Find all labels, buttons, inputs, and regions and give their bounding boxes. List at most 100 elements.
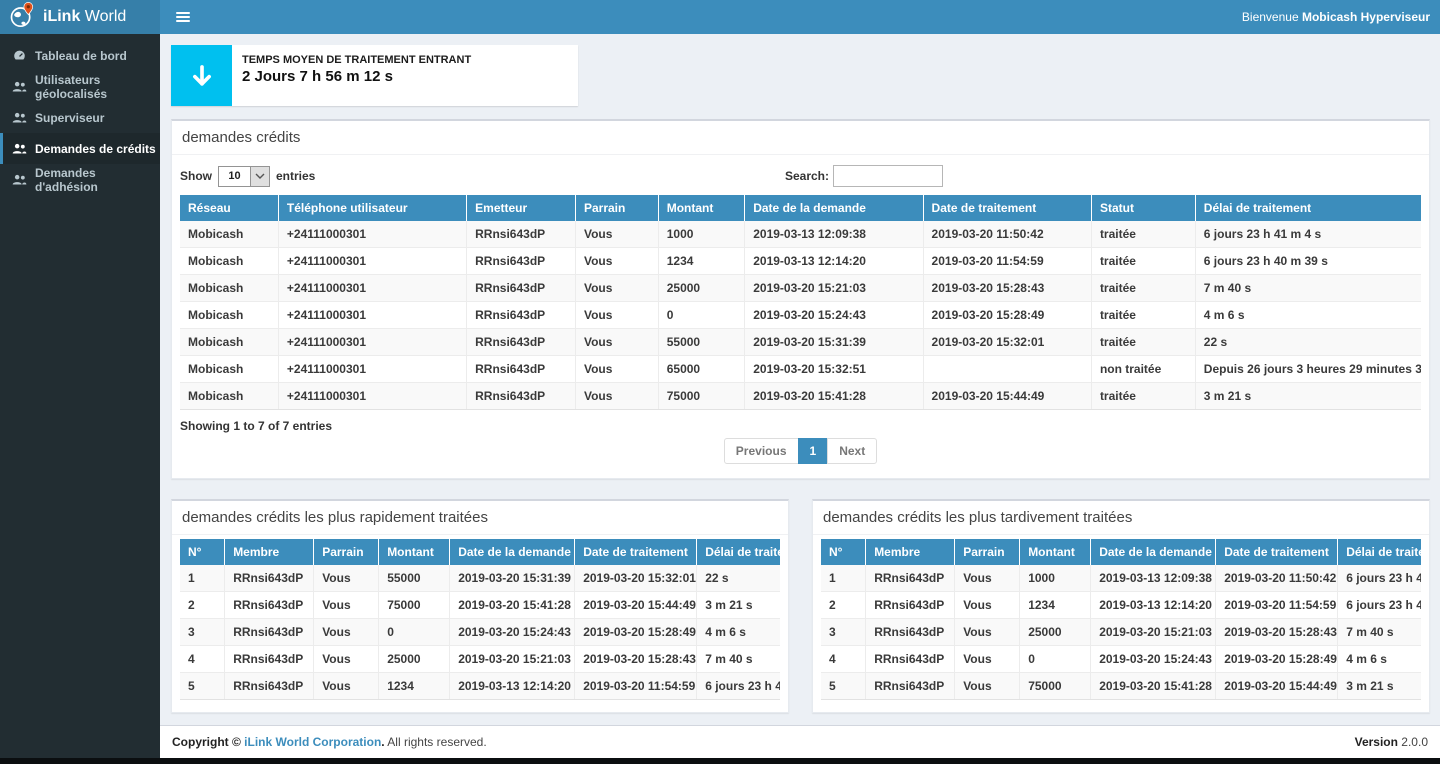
welcome-text: Bienvenue Mobicash Hyperviseur xyxy=(1242,10,1430,24)
table-cell: Vous xyxy=(575,356,658,383)
table-cell: Mobicash xyxy=(180,221,278,248)
column-header-parrain[interactable]: Parrain xyxy=(575,195,658,221)
table-cell: Vous xyxy=(314,592,379,619)
bottom-edge-strip xyxy=(0,758,1440,764)
table-cell: RRnsi643dP xyxy=(467,248,576,275)
column-header-statut[interactable]: Statut xyxy=(1091,195,1195,221)
table-row: Mobicash+24111000301RRnsi643dPVous550002… xyxy=(180,329,1421,356)
column-header-d-lai-de-traitement[interactable]: Délai de traitement xyxy=(1195,195,1421,221)
table-cell: 2019-03-20 11:50:42 xyxy=(1216,565,1338,592)
sidebar-item-superviseur[interactable]: Superviseur xyxy=(0,102,160,133)
copyright-text: Copyright © iLink World Corporation. All… xyxy=(172,735,487,749)
table-cell: 2019-03-20 15:28:49 xyxy=(575,619,697,646)
stat-card-temps-moyen: TEMPS MOYEN DE TRAITEMENT ENTRANT 2 Jour… xyxy=(171,45,578,106)
column-header-date-de-traitement: Date de traitement xyxy=(575,539,697,565)
table-row: Mobicash+24111000301RRnsi643dPVous02019-… xyxy=(180,302,1421,329)
table-cell: 2019-03-13 12:14:20 xyxy=(1091,592,1216,619)
table-cell: 2019-03-20 15:24:43 xyxy=(745,302,923,329)
table-cell: 0 xyxy=(658,302,744,329)
pagination-previous-button[interactable]: Previous xyxy=(724,438,799,464)
sidebar-item-label: Demandes de crédits xyxy=(35,142,156,156)
table-cell: +24111000301 xyxy=(278,329,466,356)
search-input[interactable] xyxy=(833,165,943,187)
table-cell: 55000 xyxy=(658,329,744,356)
table-row: Mobicash+24111000301RRnsi643dPVous100020… xyxy=(180,221,1421,248)
column-header-date-de-la-demande[interactable]: Date de la demande xyxy=(745,195,923,221)
table-cell: traitée xyxy=(1091,302,1195,329)
table-cell: 1234 xyxy=(379,673,450,700)
table-cell: RRnsi643dP xyxy=(866,619,955,646)
table-cell: Vous xyxy=(955,673,1020,700)
table-cell: 2019-03-20 15:41:28 xyxy=(745,383,923,410)
brand-logo[interactable]: iLink World xyxy=(0,0,160,34)
column-header-r-seau[interactable]: Réseau xyxy=(180,195,278,221)
column-header-t-l-phone-utilisateur[interactable]: Téléphone utilisateur xyxy=(278,195,466,221)
table-cell: 75000 xyxy=(658,383,744,410)
table-cell: 2 xyxy=(821,592,866,619)
table-cell: +24111000301 xyxy=(278,302,466,329)
table-cell: 3 xyxy=(180,619,225,646)
table-cell: non traitée xyxy=(1091,356,1195,383)
column-header-n: N° xyxy=(180,539,225,565)
table-cell: 4 m 6 s xyxy=(697,619,780,646)
table-cell: +24111000301 xyxy=(278,248,466,275)
column-header-emetteur[interactable]: Emetteur xyxy=(467,195,576,221)
pagination-page-1-button[interactable]: 1 xyxy=(798,438,829,464)
sidebar-item-label: Superviseur xyxy=(35,111,104,125)
users-icon xyxy=(12,174,27,186)
sidebar-item-tableau-de-bord[interactable]: Tableau de bord xyxy=(0,40,160,71)
table-cell: 2019-03-20 15:21:03 xyxy=(1091,619,1216,646)
column-header-membre: Membre xyxy=(225,539,314,565)
table-cell: 75000 xyxy=(1020,673,1091,700)
table-cell: Vous xyxy=(955,646,1020,673)
sidebar-toggle-button[interactable] xyxy=(170,8,196,26)
page-length-select[interactable]: 10 xyxy=(218,166,270,187)
table-cell: RRnsi643dP xyxy=(866,673,955,700)
sidebar-item-demandes-adhesion[interactable]: Demandes d'adhésion xyxy=(0,164,160,195)
page-footer: Copyright © iLink World Corporation. All… xyxy=(160,725,1440,758)
table-cell: 2019-03-20 15:31:39 xyxy=(745,329,923,356)
globe-pin-icon xyxy=(8,1,36,34)
column-header-date-de-traitement[interactable]: Date de traitement xyxy=(923,195,1091,221)
table-cell: Vous xyxy=(575,248,658,275)
table-cell xyxy=(923,356,1091,383)
table-row: 4RRnsi643dPVous02019-03-20 15:24:432019-… xyxy=(821,646,1421,673)
table-cell: 65000 xyxy=(658,356,744,383)
column-header-date-de-traitement: Date de traitement xyxy=(1216,539,1338,565)
table-cell: 2019-03-20 15:31:39 xyxy=(450,565,575,592)
table-cell: 2019-03-20 15:28:43 xyxy=(575,646,697,673)
table-cell: Depuis 26 jours 3 heures 29 minutes 34 s… xyxy=(1195,356,1421,383)
table-cell: 2019-03-20 15:28:49 xyxy=(1216,646,1338,673)
latest-treated-panel: demandes crédits les plus tardivement tr… xyxy=(812,499,1430,713)
table-cell: Vous xyxy=(575,329,658,356)
table-cell: 4 xyxy=(180,646,225,673)
column-header-membre: Membre xyxy=(866,539,955,565)
arrow-down-icon xyxy=(171,45,232,106)
table-cell: 2019-03-20 15:28:49 xyxy=(923,302,1091,329)
table-cell: Vous xyxy=(575,302,658,329)
sidebar-item-utilisateurs-geolocalises[interactable]: Utilisateurs géolocalisés xyxy=(0,71,160,102)
table-cell: 25000 xyxy=(658,275,744,302)
table-cell: 2019-03-20 11:50:42 xyxy=(923,221,1091,248)
table-row: Mobicash+24111000301RRnsi643dPVous650002… xyxy=(180,356,1421,383)
table-cell: Mobicash xyxy=(180,275,278,302)
sidebar-item-demandes-de-credits[interactable]: Demandes de crédits xyxy=(0,133,160,164)
table-cell: RRnsi643dP xyxy=(225,646,314,673)
column-header-montant[interactable]: Montant xyxy=(658,195,744,221)
table-row: Mobicash+24111000301RRnsi643dPVous750002… xyxy=(180,383,1421,410)
panel-title: demandes crédits les plus rapidement tra… xyxy=(172,501,788,535)
table-row: 5RRnsi643dPVous750002019-03-20 15:41:282… xyxy=(821,673,1421,700)
pagination-next-button[interactable]: Next xyxy=(827,438,877,464)
panel-title: demandes crédits les plus tardivement tr… xyxy=(813,501,1429,535)
column-header-d-lai-de-traitement: Délai de traitement xyxy=(1338,539,1421,565)
company-link[interactable]: iLink World Corporation xyxy=(244,735,381,749)
table-cell: 55000 xyxy=(379,565,450,592)
table-row: Mobicash+24111000301RRnsi643dPVous250002… xyxy=(180,275,1421,302)
table-row: 1RRnsi643dPVous550002019-03-20 15:31:392… xyxy=(180,565,780,592)
table-cell: 2019-03-20 15:24:43 xyxy=(450,619,575,646)
table-cell: 22 s xyxy=(1195,329,1421,356)
table-cell: 75000 xyxy=(379,592,450,619)
table-cell: 4 m 6 s xyxy=(1338,646,1421,673)
version-text: Version 2.0.0 xyxy=(1355,735,1428,749)
table-cell: 3 m 21 s xyxy=(1195,383,1421,410)
